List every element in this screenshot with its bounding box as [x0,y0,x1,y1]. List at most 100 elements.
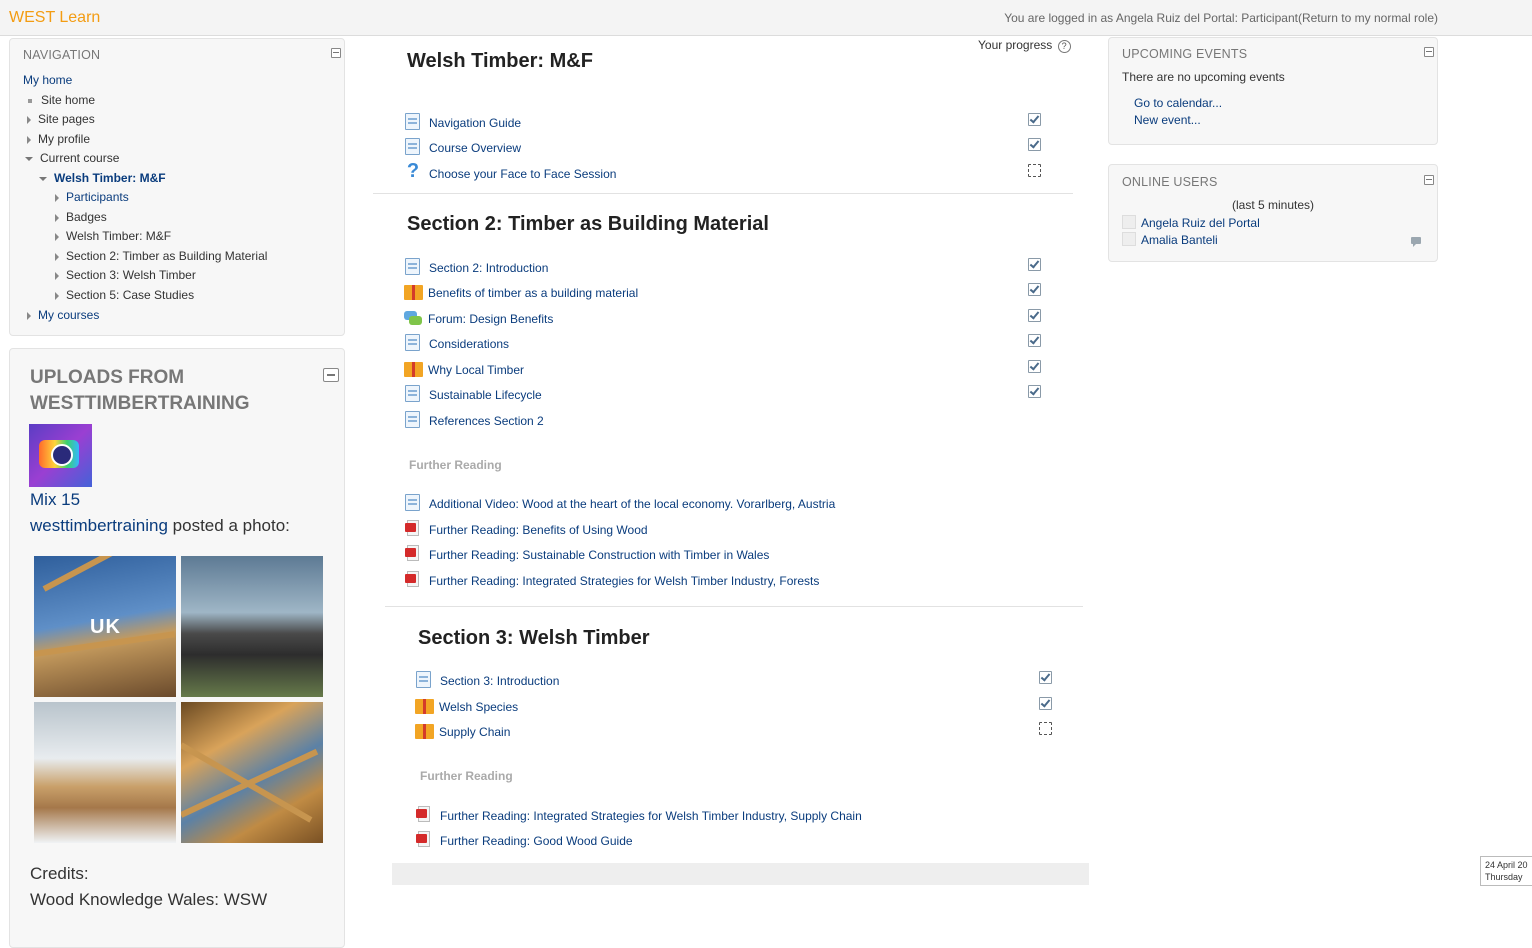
activity-link[interactable]: Forum: Design Benefits [428,312,553,326]
photo-timber-frame[interactable] [181,702,323,843]
collapse-icon[interactable] [25,156,33,161]
activity-link[interactable]: Considerations [429,337,509,351]
completion-checkbox[interactable] [1028,360,1041,373]
nav-item-label[interactable]: Section 3: Welsh Timber [66,268,196,282]
expand-icon[interactable] [55,193,59,202]
pdf-icon [405,571,419,588]
completion-checkbox[interactable] [1028,113,1041,126]
user-name-link[interactable]: Amalia Banteli [1141,233,1218,247]
activity-link[interactable]: References Section 2 [429,414,544,428]
nav-item-label[interactable]: Section 5: Case Studies [66,288,194,302]
section-divider [373,193,1073,194]
day-text: Thursday [1485,872,1523,882]
nav-item-label[interactable]: Participants [66,190,129,204]
photo-modern-house[interactable] [181,556,323,697]
expand-icon[interactable] [27,115,31,124]
completion-checkbox[interactable] [1039,697,1052,710]
nav-item-my-home[interactable]: My home [23,73,72,87]
nav-item-label[interactable]: Badges [66,210,107,224]
help-icon[interactable]: ? [1057,40,1071,53]
nav-item-course-section-general[interactable]: Welsh Timber: M&F [55,229,171,243]
activity-link[interactable]: Further Reading: Good Wood Guide [440,834,633,848]
nav-item-my-profile[interactable]: My profile [27,132,90,146]
page-icon [405,411,420,428]
photo-roof-frame[interactable]: UK [34,556,176,697]
expand-icon[interactable] [55,291,59,300]
nav-item-label[interactable]: My courses [38,308,99,322]
expand-icon[interactable] [55,271,59,280]
completion-checkbox[interactable] [1039,671,1052,684]
uploads-title: UPLOADS FROM WESTTIMBERTRAINING [30,367,250,414]
completion-checkbox[interactable] [1028,309,1041,322]
completion-checkbox[interactable] [1039,722,1052,735]
login-info[interactable]: You are logged in as Angela Ruiz del Por… [1004,11,1438,25]
activity-link[interactable]: Benefits of timber as a building materia… [428,286,638,300]
nav-item-participants[interactable]: Participants [55,190,129,204]
nav-item-label[interactable]: Welsh Timber: M&F [54,171,166,185]
message-icon[interactable] [1411,237,1421,247]
online-user[interactable]: Amalia Banteli [1122,232,1218,247]
completion-checkbox[interactable] [1028,258,1041,271]
nav-item-current-course[interactable]: Current course [25,151,119,165]
poster-link[interactable]: westtimbertraining [30,516,168,535]
collapse-events-button[interactable] [1424,47,1434,57]
nav-item-badges[interactable]: Badges [55,210,107,224]
completion-checkbox[interactable] [1028,138,1041,151]
activity-link[interactable]: Further Reading: Integrated Strategies f… [440,809,862,823]
nav-item-label[interactable]: Site home [41,93,95,107]
collapse-icon[interactable] [39,176,47,181]
expand-icon[interactable] [55,252,59,261]
nav-item-site-home[interactable]: Site home [28,93,95,107]
nav-item-label[interactable]: Welsh Timber: M&F [66,229,171,243]
credits-label: Credits: [30,864,89,883]
expand-icon[interactable] [55,232,59,241]
activity-link[interactable]: Additional Video: Wood at the heart of t… [429,497,835,511]
online-user[interactable]: Angela Ruiz del Portal [1122,215,1260,230]
expand-icon[interactable] [55,213,59,222]
new-event-link[interactable]: New event... [1134,113,1201,127]
nav-item-current-course-name[interactable]: Welsh Timber: M&F [39,171,166,185]
nav-item-label[interactable]: My profile [38,132,90,146]
post-title[interactable]: Mix 15 [30,490,80,510]
nav-item-label[interactable]: Section 2: Timber as Building Material [66,249,267,263]
activity-link[interactable]: Choose your Face to Face Session [429,167,616,181]
progress-label: Your progress ? [978,38,1071,53]
activity-link[interactable]: Welsh Species [439,700,518,714]
completion-checkbox[interactable] [1028,385,1041,398]
profile-avatar[interactable] [29,424,92,487]
nav-item-label[interactable]: My home [23,73,72,87]
photo-snow-cabin[interactable] [34,702,176,843]
activity-link[interactable]: Further Reading: Integrated Strategies f… [429,574,819,588]
page-icon [405,113,420,130]
activity-link[interactable]: Further Reading: Sustainable Constructio… [429,548,769,562]
site-brand[interactable]: WEST Learn [9,9,100,27]
completion-checkbox[interactable] [1028,334,1041,347]
nav-item-my-courses[interactable]: My courses [27,308,99,322]
activity-link[interactable]: Further Reading: Benefits of Using Wood [429,523,648,537]
activity-link[interactable]: Section 2: Introduction [429,261,548,275]
collapse-uploads-button[interactable] [323,368,339,382]
collapse-navigation-button[interactable] [331,48,341,58]
go-to-calendar-link[interactable]: Go to calendar... [1134,96,1222,110]
activity-link[interactable]: Why Local Timber [428,363,524,377]
activity-link[interactable]: Sustainable Lifecycle [429,388,542,402]
activity-link[interactable]: Course Overview [429,141,521,155]
nav-item-section-5[interactable]: Section 5: Case Studies [55,288,194,302]
nav-item-label[interactable]: Current course [40,151,119,165]
expand-icon[interactable] [27,311,31,320]
section-title: Welsh Timber: M&F [407,50,593,72]
user-name-link[interactable]: Angela Ruiz del Portal [1141,216,1260,230]
completion-checkbox[interactable] [1028,283,1041,296]
completion-checkbox[interactable] [1028,164,1041,177]
nav-item-section-2[interactable]: Section 2: Timber as Building Material [55,249,267,263]
nav-item-label[interactable]: Site pages [38,112,95,126]
no-events-text: There are no upcoming events [1122,70,1285,84]
photo-label: UK [90,616,121,638]
collapse-users-button[interactable] [1424,175,1434,185]
activity-link[interactable]: Section 3: Introduction [440,674,559,688]
nav-item-section-3[interactable]: Section 3: Welsh Timber [55,268,196,282]
nav-item-site-pages[interactable]: Site pages [27,112,95,126]
activity-link[interactable]: Navigation Guide [429,116,521,130]
expand-icon[interactable] [27,135,31,144]
activity-link[interactable]: Supply Chain [439,725,510,739]
